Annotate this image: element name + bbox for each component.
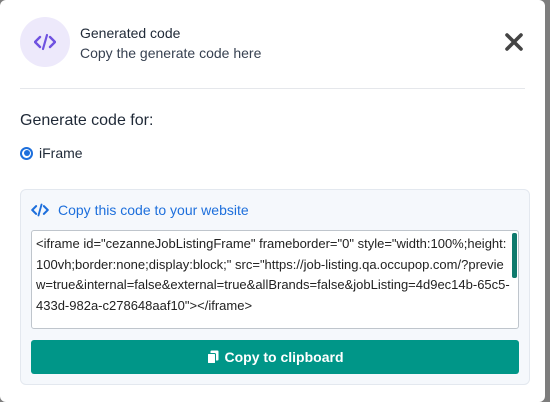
generated-code-modal: Generated code Copy the generate code he… [0,0,545,402]
code-panel: Copy this code to your website <iframe i… [20,189,530,385]
close-icon [505,33,523,51]
code-textarea[interactable]: <iframe id="cezanneJobListingFrame" fram… [31,230,519,329]
iframe-radio[interactable] [20,146,33,160]
iframe-radio-option[interactable]: iFrame [20,145,83,161]
code-icon [31,203,49,217]
generated-code-text: <iframe id="cezanneJobListingFrame" fram… [36,236,510,313]
code-icon-badge [20,17,70,67]
close-button[interactable] [503,31,525,53]
iframe-radio-label: iFrame [39,145,83,161]
code-icon [34,33,56,51]
code-scrollbar[interactable] [512,233,517,278]
generate-for-label: Generate code for: [20,112,154,129]
code-panel-header: Copy this code to your website [31,202,249,218]
copy-button-label: Copy to clipboard [224,349,344,365]
code-panel-title: Copy this code to your website [58,202,249,218]
modal-header: Generated code Copy the generate code he… [20,17,525,89]
modal-subtitle: Copy the generate code here [80,45,262,61]
modal-title: Generated code [80,25,181,41]
copy-to-clipboard-button[interactable]: Copy to clipboard [31,340,519,374]
radio-selected-dot [23,150,30,156]
clipboard-icon [206,350,218,364]
